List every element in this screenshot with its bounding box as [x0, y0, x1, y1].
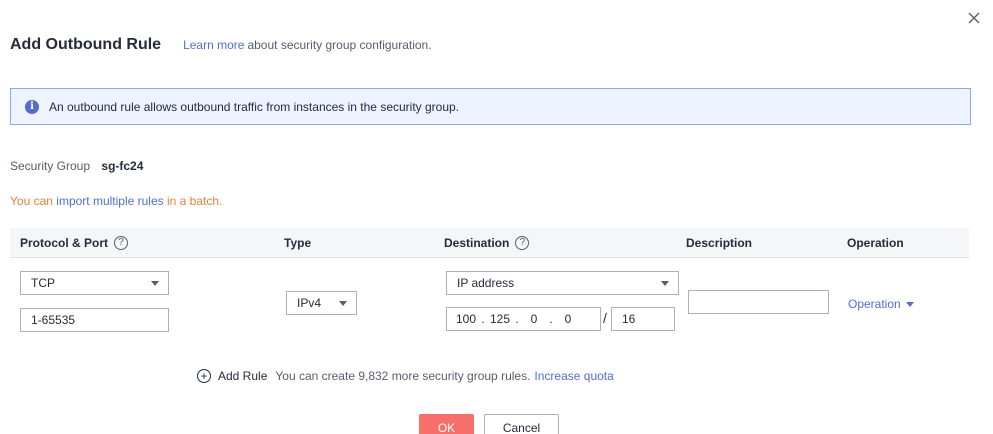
dialog-title: Add Outbound Rule [10, 36, 162, 53]
header-description: Description [686, 228, 752, 258]
quota-text: You can create 9,832 more security group… [275, 369, 531, 383]
chevron-down-icon [339, 301, 347, 306]
header-operation-label: Operation [847, 236, 904, 250]
ip-dot: . [481, 312, 485, 326]
import-suffix: in a batch. [167, 194, 223, 208]
help-icon[interactable]: ? [114, 236, 129, 250]
learn-more-description: about security group configuration. [247, 38, 432, 52]
protocol-select-value: TCP [31, 276, 55, 290]
info-icon: i [25, 99, 39, 114]
chevron-down-icon [151, 281, 159, 286]
cidr-mask-input[interactable]: 16 [611, 307, 675, 331]
import-rules-link[interactable]: import multiple rules [56, 194, 163, 208]
port-input[interactable]: 1-65535 [20, 308, 169, 332]
header-destination: Destination ? [444, 228, 530, 258]
security-group-row: Security Group sg-fc24 [10, 159, 143, 173]
header-destination-label: Destination [444, 236, 510, 250]
port-input-value: 1-65535 [31, 313, 76, 327]
learn-more-link[interactable]: Learn more [183, 38, 244, 52]
ok-button[interactable]: OK [419, 414, 474, 434]
ip-octet-1[interactable]: 100 [453, 312, 479, 326]
security-group-label: Security Group [10, 159, 91, 173]
operation-label: Operation [848, 297, 901, 311]
security-group-value: sg-fc24 [101, 159, 144, 173]
cidr-mask-value: 16 [622, 312, 636, 326]
header-protocol-port: Protocol & Port ? [20, 228, 129, 258]
header-operation: Operation [847, 228, 904, 258]
ip-address-input[interactable]: 100 . 125 . 0 . 0 [446, 307, 601, 331]
ip-dot: . [549, 312, 553, 326]
chevron-down-icon [661, 281, 669, 286]
dialog-header: Add Outbound Rule Learn more about secur… [10, 36, 432, 54]
add-rule-button[interactable]: Add Rule [218, 369, 267, 383]
info-banner: i An outbound rule allows outbound traff… [10, 88, 971, 125]
protocol-select[interactable]: TCP [20, 271, 169, 295]
chevron-down-icon [905, 301, 914, 307]
add-circle-icon[interactable]: + [197, 369, 211, 383]
header-type: Type [284, 228, 311, 258]
ip-octet-2[interactable]: 125 [487, 312, 513, 326]
cidr-slash: / [603, 310, 607, 326]
type-select[interactable]: IPv4 [286, 291, 357, 315]
ip-octet-3[interactable]: 0 [521, 312, 547, 326]
close-icon [968, 12, 980, 24]
header-protocol-port-label: Protocol & Port [20, 236, 109, 250]
destination-mode-select[interactable]: IP address [446, 271, 679, 295]
info-text: An outbound rule allows outbound traffic… [49, 99, 460, 114]
destination-mode-value: IP address [457, 276, 515, 290]
description-input[interactable] [688, 290, 829, 314]
increase-quota-link[interactable]: Increase quota [534, 369, 613, 383]
operation-dropdown[interactable]: Operation [848, 297, 914, 311]
ip-dot: . [515, 312, 519, 326]
header-description-label: Description [686, 236, 753, 250]
import-prefix: You can [10, 194, 53, 208]
import-hint: You can import multiple rules in a batch… [10, 194, 222, 208]
add-rule-row: + Add Rule You can create 9,832 more sec… [197, 369, 614, 383]
help-icon[interactable]: ? [515, 236, 530, 250]
cancel-button[interactable]: Cancel [484, 414, 559, 434]
close-button[interactable] [966, 10, 982, 26]
rules-table-header: Protocol & Port ? Type Destination ? Des… [10, 228, 969, 258]
header-type-label: Type [284, 236, 312, 250]
type-select-value: IPv4 [297, 296, 322, 310]
ip-octet-4[interactable]: 0 [555, 312, 581, 326]
